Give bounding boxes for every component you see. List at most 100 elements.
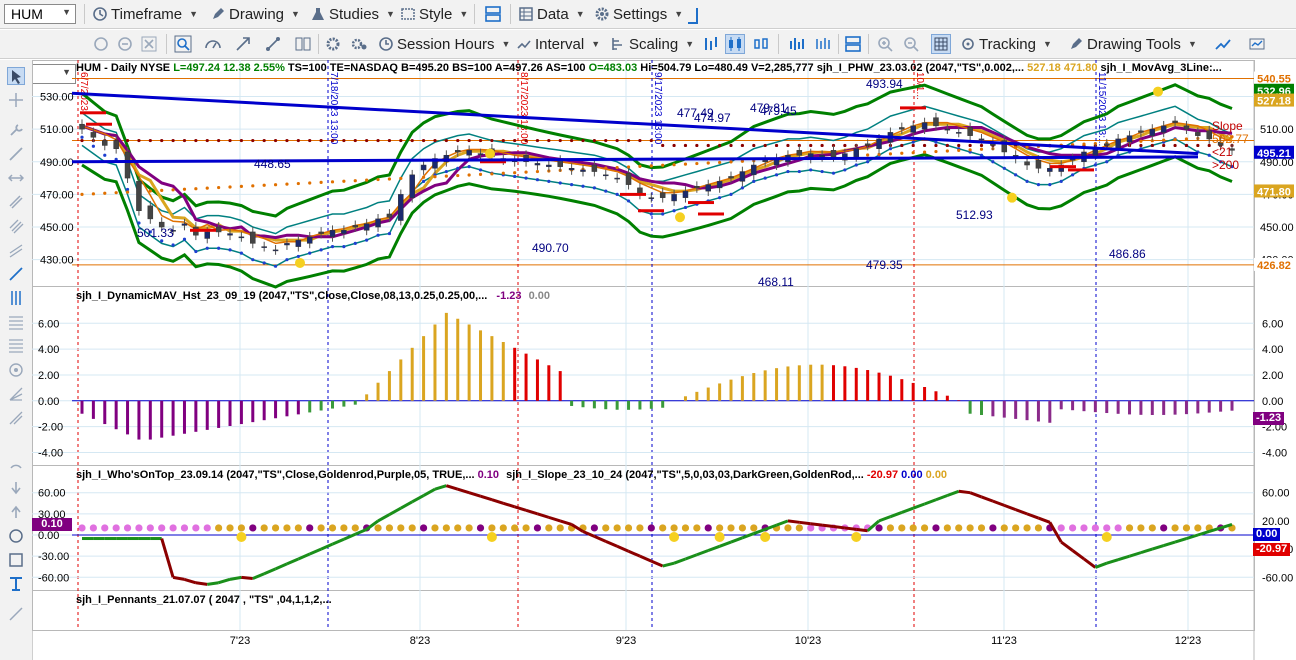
slope-line-segment: [719, 540, 732, 548]
grid-tool-icon[interactable]: [8, 410, 24, 426]
expand-icon[interactable]: [234, 35, 252, 53]
dot-support: [365, 238, 369, 242]
gann-fan-icon[interactable]: [8, 362, 24, 378]
price-badge-text: 426.82: [1257, 260, 1291, 272]
fib-retrace-icon[interactable]: [8, 338, 24, 354]
trend-icon[interactable]: [1214, 35, 1232, 53]
data-button[interactable]: Data ▼: [518, 3, 585, 25]
price-annotation: 490.70: [532, 241, 569, 255]
volume-bars-icon[interactable]: [788, 35, 806, 53]
speedometer-icon[interactable]: [204, 35, 222, 53]
ray-icon[interactable]: [8, 266, 24, 282]
scaling-button[interactable]: Scaling ▼: [610, 33, 694, 55]
dot-support: [581, 184, 585, 188]
pennant-marker: [638, 209, 664, 213]
dot-slope: [1162, 143, 1166, 148]
rectangle-icon[interactable]: [8, 552, 24, 568]
candlestick-icon[interactable]: [725, 34, 745, 54]
ellipse-icon[interactable]: [8, 528, 24, 544]
text-tool-icon[interactable]: [8, 576, 24, 592]
close-chart-icon[interactable]: [140, 35, 158, 53]
bar-chart-icon[interactable]: [702, 35, 720, 53]
pin-icon[interactable]: [116, 35, 134, 53]
zoom-out-icon[interactable]: [902, 35, 920, 53]
pencil-icon[interactable]: [8, 606, 24, 622]
drawing-button[interactable]: Drawing ▼: [210, 3, 300, 25]
dot-support: [1036, 183, 1041, 187]
trendline-upper: [71, 91, 1199, 156]
channel-icon[interactable]: [8, 218, 24, 234]
dot-trend: [695, 161, 699, 166]
hist-value-badge: -1.23: [1253, 412, 1285, 425]
zoom-window-icon[interactable]: [174, 35, 192, 53]
sync-settings-icon[interactable]: [350, 35, 368, 53]
hollow-candle-icon[interactable]: [752, 35, 770, 53]
regression-icon[interactable]: [8, 242, 24, 258]
timeframe-button[interactable]: Timeframe ▼: [92, 3, 198, 25]
price-axis-tick-left: 490.00: [40, 157, 74, 169]
parallel-lines-icon[interactable]: [8, 194, 24, 210]
dot-trend: [194, 187, 198, 191]
event-vline-label: 6/7/2023: [78, 72, 89, 111]
drawing-tools-button[interactable]: Drawing Tools ▼: [1068, 33, 1197, 55]
osc-axis-tick-left: -60.00: [38, 572, 69, 584]
whosontop-dot: [249, 524, 257, 532]
dashboard-icon[interactable]: [1248, 35, 1266, 53]
tracking-button[interactable]: Tracking ▼: [960, 33, 1052, 55]
osc-pane-header: sjh_I_Who'sOnTop_23.09.14 (2047,"TS",Clo…: [76, 469, 947, 481]
symbol-selector[interactable]: HUM ▼: [4, 4, 76, 24]
drawing-tools-label: Drawing Tools: [1087, 35, 1181, 53]
settings-cog-icon[interactable]: [324, 35, 342, 53]
crosshair-icon[interactable]: [8, 92, 24, 108]
interval-button[interactable]: Interval ▼: [516, 33, 600, 55]
osc-axis-tick-right: -60.00: [1262, 572, 1293, 584]
slope-line-segment: [491, 498, 504, 505]
whosontop-dot: [1137, 524, 1145, 532]
studies-button[interactable]: Studies ▼: [310, 3, 395, 25]
slope-line-segment: [309, 547, 322, 556]
slope-line-segment: [411, 494, 425, 504]
pointer-icon[interactable]: [7, 67, 25, 85]
toolbar-overflow-icon[interactable]: [688, 8, 698, 24]
whosontop-dot: [317, 524, 325, 532]
fib-lines-icon[interactable]: [8, 314, 24, 330]
layout-icon[interactable]: [484, 5, 502, 23]
session-hours-button[interactable]: Session Hours ▼: [378, 33, 510, 55]
settings-button[interactable]: Settings ▼: [594, 3, 683, 25]
style-button[interactable]: Style ▼: [400, 3, 468, 25]
dot-support: [1059, 179, 1063, 183]
pennant-marker: [86, 122, 112, 126]
dot-support: [228, 248, 232, 252]
candle-body: [79, 123, 85, 130]
horizontal-arrows-icon[interactable]: [8, 170, 24, 186]
chevron-down-icon: ▼: [1187, 39, 1197, 49]
candle-body: [238, 236, 245, 239]
slope-line-segment: [1015, 508, 1028, 516]
candle-body: [215, 226, 222, 233]
slope-line-segment: [844, 526, 857, 531]
dot-slope: [535, 138, 540, 143]
arc-icon[interactable]: [8, 456, 24, 472]
chart-area[interactable]: 7'238'239'2310'2311'2312'23530.00530.005…: [32, 60, 1296, 660]
split-pane-icon[interactable]: [844, 35, 862, 53]
compare-icon[interactable]: [294, 35, 312, 53]
object-icon[interactable]: [264, 35, 282, 53]
wrench-icon[interactable]: [8, 122, 24, 138]
dot-trend: [125, 190, 130, 194]
arrow-down-icon[interactable]: [8, 480, 24, 496]
equivolume-icon[interactable]: [814, 35, 832, 53]
slope-line-segment: [468, 491, 481, 498]
grid-icon[interactable]: [931, 34, 951, 54]
zoom-in-icon[interactable]: [876, 35, 894, 53]
dot-slope: [786, 143, 790, 148]
speed-lines-icon[interactable]: [8, 386, 24, 402]
dot-trend: [866, 153, 870, 157]
refresh-icon[interactable]: [92, 35, 110, 53]
trendline-icon[interactable]: [8, 146, 24, 162]
dot-trend: [217, 185, 221, 190]
whosontop-dot: [146, 524, 154, 532]
style-icon: [401, 8, 415, 20]
dot-support: [786, 169, 790, 174]
vertical-lines-icon[interactable]: [8, 290, 24, 306]
arrow-up-icon[interactable]: [8, 504, 24, 520]
